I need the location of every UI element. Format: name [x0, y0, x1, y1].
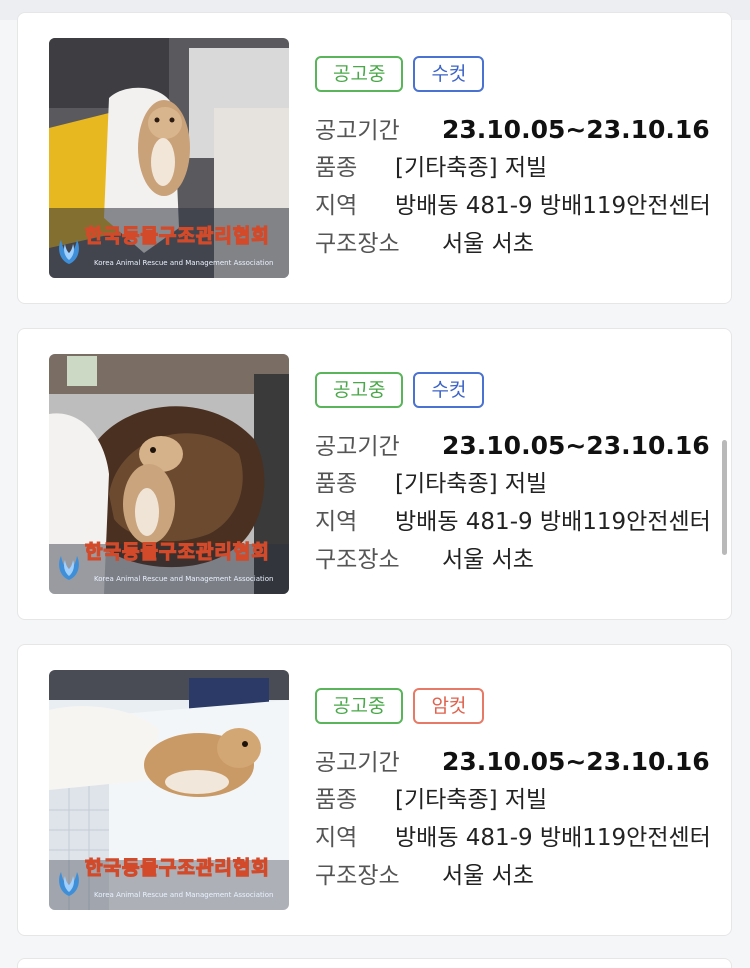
status-badge: 공고중	[315, 688, 404, 724]
rescue-place-label: 구조장소	[315, 863, 400, 889]
watermark-text: 한국동물구조관리협회	[84, 540, 270, 563]
breed-row: 품종 [기타축종] 저빌	[315, 781, 733, 819]
period-row: 공고기간 23.10.05~23.10.16	[315, 427, 733, 465]
period-row: 공고기간 23.10.05~23.10.16	[315, 111, 733, 149]
breed-label: 품종	[315, 155, 358, 181]
rescue-place-value: 서울 서초	[442, 863, 534, 889]
region-value: 방배동 481-9 방배119안전센터	[395, 193, 711, 219]
period-label: 공고기간	[315, 118, 400, 144]
region-row: 지역 방배동 481-9 방배119안전센터	[315, 503, 733, 541]
watermark-subtext: Korea Animal Rescue and Management Assoc…	[94, 891, 274, 899]
breed-label: 품종	[315, 471, 358, 497]
animal-info: 공고기간 23.10.05~23.10.16 품종 [기타축종] 저빌 지역 방배동 …	[315, 427, 733, 579]
watermark-subtext: Korea Animal Rescue and Management Assoc…	[94, 575, 274, 583]
breed-label: 품종	[315, 787, 358, 813]
status-badge: 공고중	[315, 372, 404, 408]
rescue-place-label: 구조장소	[315, 547, 400, 573]
period-label: 공고기간	[315, 434, 400, 460]
region-row: 지역 방배동 481-9 방배119안전센터	[315, 819, 733, 857]
region-label: 지역	[315, 825, 358, 851]
association-logo-icon	[59, 240, 79, 264]
breed-value: [기타축종] 저빌	[395, 471, 548, 497]
breed-row: 품종 [기타축종] 저빌	[315, 465, 733, 503]
period-value: 23.10.05~23.10.16	[442, 747, 710, 776]
rescue-place-row: 구조장소 서울 서초	[315, 225, 733, 263]
watermark-subtext: Korea Animal Rescue and Management Assoc…	[94, 259, 274, 267]
animal-photo: 한국동물구조관리협회 Korea Animal Rescue and Manag…	[49, 354, 289, 594]
animal-card[interactable]: 한국동물구조관리협회 Korea Animal Rescue and Manag…	[17, 12, 732, 304]
animal-card-partial[interactable]	[17, 958, 732, 968]
animal-info: 공고기간 23.10.05~23.10.16 품종 [기타축종] 저빌 지역 방배동 …	[315, 743, 733, 895]
breed-value: [기타축종] 저빌	[395, 787, 548, 813]
association-logo-icon	[59, 556, 79, 580]
period-label: 공고기간	[315, 750, 400, 776]
rescue-place-row: 구조장소 서울 서초	[315, 857, 733, 895]
region-value: 방배동 481-9 방배119안전센터	[395, 509, 711, 535]
rescue-place-label: 구조장소	[315, 231, 400, 257]
period-row: 공고기간 23.10.05~23.10.16	[315, 743, 733, 781]
rescue-place-row: 구조장소 서울 서초	[315, 541, 733, 579]
period-value: 23.10.05~23.10.16	[442, 431, 710, 460]
region-label: 지역	[315, 193, 358, 219]
animal-photo: 한국동물구조관리협회 Korea Animal Rescue and Manag…	[49, 38, 289, 278]
sex-badge: 수컷	[413, 56, 485, 92]
badge-group: 공고중 암컷	[315, 688, 485, 724]
region-value: 방배동 481-9 방배119안전센터	[395, 825, 711, 851]
badge-group: 공고중 수컷	[315, 56, 485, 92]
watermark-text: 한국동물구조관리협회	[84, 856, 270, 879]
region-row: 지역 방배동 481-9 방배119안전센터	[315, 187, 733, 225]
sex-badge: 수컷	[413, 372, 485, 408]
scrollbar[interactable]	[722, 440, 727, 555]
association-logo-icon	[59, 872, 79, 896]
animal-photo: 한국동물구조관리협회 Korea Animal Rescue and Manag…	[49, 670, 289, 910]
period-value: 23.10.05~23.10.16	[442, 115, 710, 144]
sex-badge: 암컷	[413, 688, 485, 724]
region-label: 지역	[315, 509, 358, 535]
rescue-place-value: 서울 서초	[442, 547, 534, 573]
status-badge: 공고중	[315, 56, 404, 92]
animal-info: 공고기간 23.10.05~23.10.16 품종 [기타축종] 저빌 지역 방배동 …	[315, 111, 733, 263]
breed-value: [기타축종] 저빌	[395, 155, 548, 181]
animal-card[interactable]: 한국동물구조관리협회 Korea Animal Rescue and Manag…	[17, 328, 732, 620]
rescue-place-value: 서울 서초	[442, 231, 534, 257]
watermark-text: 한국동물구조관리협회	[84, 224, 270, 247]
badge-group: 공고중 수컷	[315, 372, 485, 408]
breed-row: 품종 [기타축종] 저빌	[315, 149, 733, 187]
animal-card[interactable]: 한국동물구조관리협회 Korea Animal Rescue and Manag…	[17, 644, 732, 936]
